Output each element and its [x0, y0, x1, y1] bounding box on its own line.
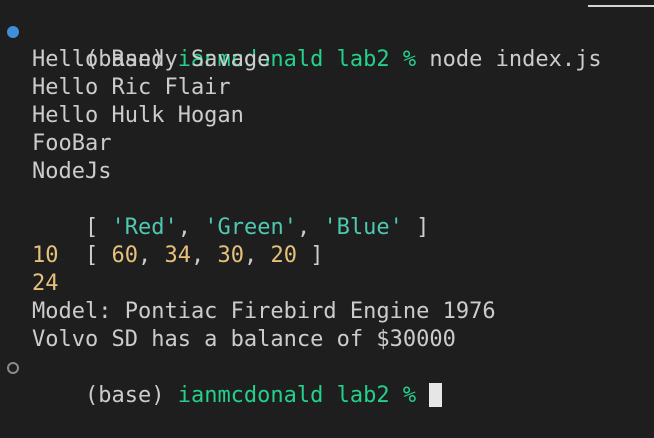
- terminal-output[interactable]: (base) ianmcdonald lab2 % node index.js …: [0, 18, 654, 408]
- output-text: Hello Randy Savage: [32, 47, 271, 72]
- terminal-cursor[interactable]: [429, 383, 443, 407]
- output-number: 24: [32, 271, 59, 296]
- output-line: NodeJs: [0, 158, 654, 186]
- prompt-line-active[interactable]: (base) ianmcdonald lab2 %: [0, 354, 654, 408]
- command-success-dot-icon[interactable]: [7, 26, 19, 38]
- output-line: FooBar: [0, 130, 654, 158]
- prompt-symbol: %: [389, 383, 430, 408]
- output-line: Volvo SD has a balance of $30000: [0, 326, 654, 354]
- output-text: Volvo SD has a balance of $30000: [32, 327, 456, 352]
- output-text: Hello Ric Flair: [32, 75, 231, 100]
- output-number: 10: [32, 243, 59, 268]
- window-edge-rule: [588, 5, 654, 7]
- output-line: Hello Ric Flair: [0, 74, 654, 102]
- output-line: Model: Pontiac Firebird Engine 1976: [0, 298, 654, 326]
- output-number-line: 10: [0, 242, 654, 270]
- output-text: FooBar: [32, 131, 112, 156]
- output-number-line: 24: [0, 270, 654, 298]
- output-line: Hello Hulk Hogan: [0, 102, 654, 130]
- output-text: Model: Pontiac Firebird Engine 1976: [32, 299, 496, 324]
- output-array-strings: [ 'Red', 'Green', 'Blue' ]: [0, 186, 654, 240]
- output-text: Hello Hulk Hogan: [32, 103, 244, 128]
- prompt-line-completed: (base) ianmcdonald lab2 % node index.js: [0, 18, 654, 72]
- prompt-dir: lab2: [323, 383, 390, 408]
- output-line: Hello Randy Savage: [0, 46, 654, 74]
- output-text: NodeJs: [32, 159, 112, 184]
- prompt-user: ianmcdonald: [177, 383, 324, 408]
- command-pending-dot-icon: [7, 362, 19, 374]
- prompt-env: (base): [84, 383, 178, 408]
- output-array-numbers: [ 60, 34, 30, 20 ]: [0, 214, 654, 268]
